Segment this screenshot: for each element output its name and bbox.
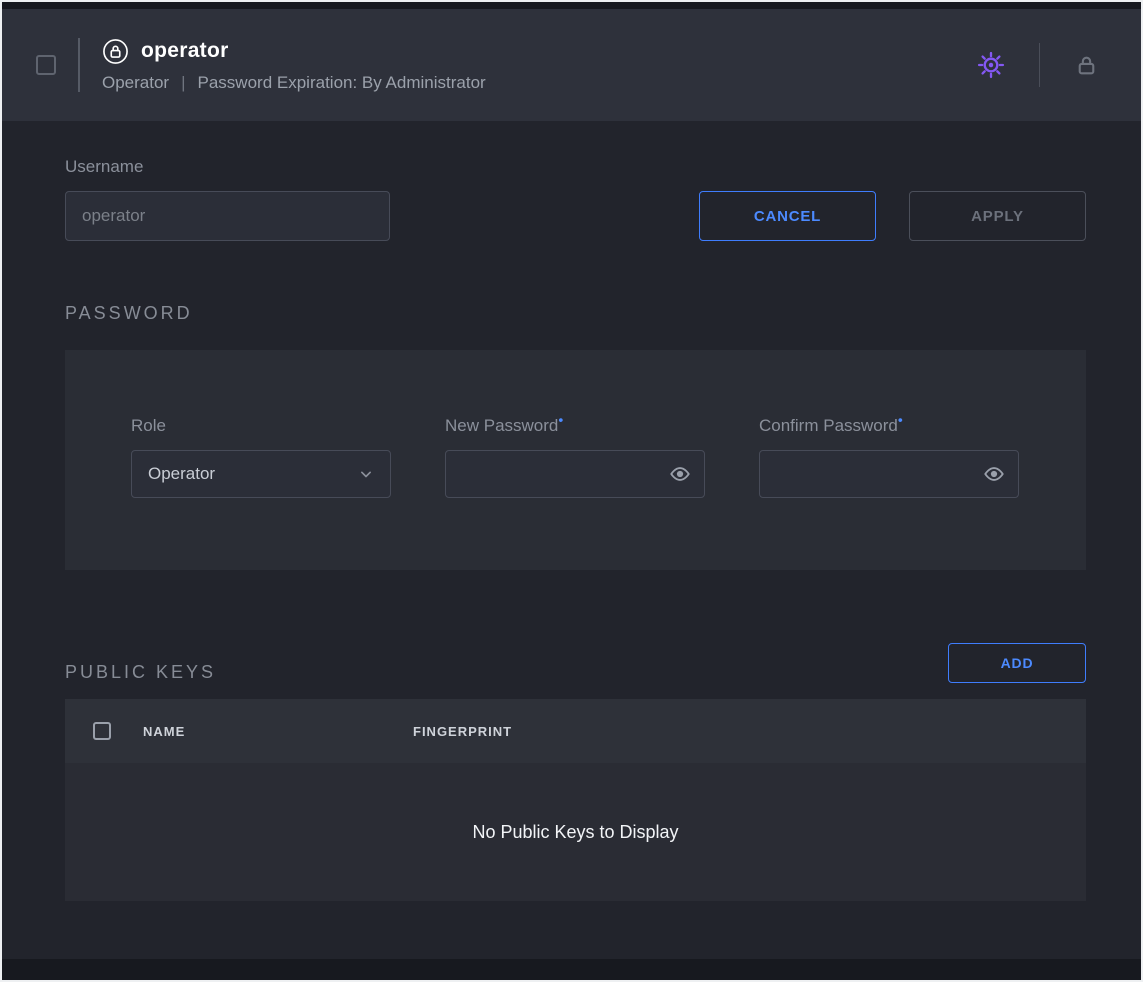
- role-select[interactable]: Operator: [131, 450, 391, 498]
- password-expiration-text: Password Expiration: By Administrator: [198, 73, 486, 93]
- confirm-password-label: Confirm Password•: [759, 416, 1019, 436]
- user-header: operator Operator | Password Expiration:…: [2, 9, 1141, 121]
- select-all-keys-checkbox[interactable]: [93, 722, 111, 740]
- gear-icon: [977, 51, 1005, 79]
- public-keys-header: PUBLIC KEYS ADD: [65, 643, 1086, 683]
- user-lock-circle-icon: [102, 38, 129, 65]
- page-title: operator: [141, 39, 229, 63]
- username-input[interactable]: [65, 191, 390, 241]
- user-role-text: Operator: [102, 73, 169, 93]
- header-divider: [78, 38, 80, 92]
- column-header-fingerprint: FINGERPRINT: [413, 724, 512, 739]
- role-column: Role Operator: [131, 416, 391, 570]
- new-password-field: [445, 450, 705, 498]
- subtitle-separator: |: [181, 73, 185, 93]
- lock-status-button[interactable]: [1070, 49, 1103, 82]
- settings-gear-button[interactable]: [973, 47, 1009, 83]
- column-header-name: NAME: [143, 724, 413, 739]
- lock-icon: [1074, 53, 1099, 78]
- chevron-down-icon: [356, 464, 376, 484]
- public-keys-table-header: NAME FINGERPRINT: [65, 699, 1086, 763]
- confirm-password-field: [759, 450, 1019, 498]
- apply-button[interactable]: APPLY: [909, 191, 1086, 241]
- empty-state-message: No Public Keys to Display: [472, 822, 678, 843]
- role-label: Role: [131, 416, 391, 436]
- new-password-label-text: New Password: [445, 416, 558, 435]
- header-divider-right: [1039, 43, 1040, 87]
- confirm-password-column: Confirm Password•: [759, 416, 1019, 570]
- cancel-button[interactable]: CANCEL: [699, 191, 876, 241]
- user-title-block: operator Operator | Password Expiration:…: [102, 38, 486, 93]
- username-row: CANCEL APPLY: [65, 191, 1086, 241]
- required-marker: •: [558, 411, 563, 427]
- new-password-label: New Password•: [445, 416, 705, 436]
- user-subtitle: Operator | Password Expiration: By Admin…: [102, 73, 486, 93]
- toggle-new-password-visibility[interactable]: [667, 461, 693, 487]
- public-keys-heading: PUBLIC KEYS: [65, 662, 216, 683]
- select-user-checkbox[interactable]: [36, 55, 56, 75]
- role-select-value: Operator: [148, 464, 215, 484]
- required-marker: •: [898, 411, 903, 427]
- password-section-heading: PASSWORD: [65, 303, 1086, 324]
- confirm-password-input[interactable]: [759, 450, 1019, 498]
- form-actions: CANCEL APPLY: [699, 191, 1086, 241]
- public-keys-table-body: No Public Keys to Display: [65, 763, 1086, 901]
- confirm-password-label-text: Confirm Password: [759, 416, 898, 435]
- new-password-column: New Password•: [445, 416, 705, 570]
- new-password-input[interactable]: [445, 450, 705, 498]
- user-detail-content: Username CANCEL APPLY PASSWORD Role Oper…: [2, 121, 1141, 959]
- toggle-confirm-password-visibility[interactable]: [981, 461, 1007, 487]
- eye-icon: [983, 463, 1005, 485]
- password-panel: Role Operator New Password•: [65, 350, 1086, 570]
- public-keys-table: NAME FINGERPRINT No Public Keys to Displ…: [65, 699, 1086, 901]
- add-public-key-button[interactable]: ADD: [948, 643, 1086, 683]
- user-detail-window: operator Operator | Password Expiration:…: [0, 0, 1143, 982]
- eye-icon: [669, 463, 691, 485]
- username-label: Username: [65, 157, 1086, 177]
